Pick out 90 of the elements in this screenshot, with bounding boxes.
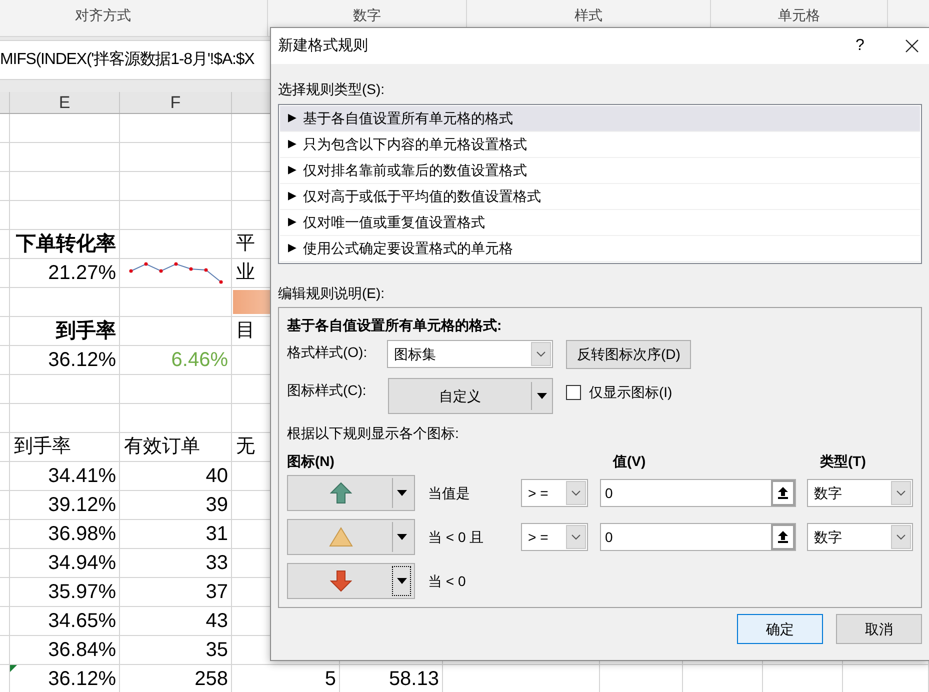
icon-style-dropdown[interactable]: 自定义 (388, 378, 553, 414)
down-arrow-icon (330, 570, 352, 592)
table-cell: 37 (120, 578, 232, 607)
table-cell: 36.12% (10, 346, 120, 375)
table-cell: 下单转化率 (10, 230, 120, 259)
table-cell (0, 404, 10, 433)
caret-icon (537, 393, 547, 399)
table-cell: 33 (120, 549, 232, 578)
type-dropdown[interactable]: 数字 (807, 523, 913, 551)
table-cell (0, 317, 10, 346)
chevron-icon (571, 534, 581, 540)
chevron-icon (896, 490, 906, 496)
table-cell: 35.97% (10, 578, 120, 607)
chevron-icon (571, 490, 581, 496)
table-cell: 34.65% (10, 607, 120, 636)
field-label: 格式样式(O): (287, 343, 368, 362)
caret-icon (397, 534, 407, 540)
ribbon-group-label: 数字 (353, 7, 381, 23)
table-cell: 58.13 (340, 665, 443, 692)
icon-picker[interactable] (287, 475, 415, 511)
table-cell (0, 375, 10, 404)
caret-icon (396, 578, 406, 584)
table-cell (0, 520, 10, 549)
table-cell: 34.41% (10, 462, 120, 491)
caret-icon (397, 490, 407, 496)
condition-label: 当 < 0 (427, 572, 467, 590)
dialog-button[interactable]: 确定 (737, 614, 823, 644)
rule-type-item[interactable]: ▶ 基于各自值设置所有单元格的格式 (280, 106, 920, 132)
column-header[interactable]: F (170, 90, 181, 116)
table-cell (0, 491, 10, 520)
table-cell: 39 (120, 491, 232, 520)
ribbon-group-label: 对齐方式 (75, 7, 131, 23)
table-cell (0, 143, 10, 172)
column-heading: 类型(T) (820, 452, 866, 469)
table-cell: 35 (120, 636, 232, 665)
table-cell: 258 (120, 665, 232, 692)
triangle-icon (328, 527, 352, 547)
table-cell: 31 (120, 520, 232, 549)
table-cell: 到手率 (10, 317, 120, 346)
table-cell: 34.94% (10, 549, 120, 578)
table-cell: 39.12% (10, 491, 120, 520)
table-cell (0, 259, 10, 288)
table-cell (0, 288, 10, 317)
ribbon-group-label: 样式 (574, 7, 602, 23)
table-cell (0, 578, 10, 607)
collapse-icon (778, 487, 788, 499)
dialog-button[interactable]: 取消 (836, 614, 922, 644)
table-cell: 36.84% (10, 636, 120, 665)
table-cell: 36.98% (10, 520, 120, 549)
checkbox[interactable] (566, 385, 581, 400)
table-cell: 到手率 (10, 433, 120, 462)
table-cell (0, 201, 10, 230)
chevron-icon (536, 351, 546, 357)
table-cell (0, 230, 10, 259)
help-button[interactable]: ? (845, 34, 875, 58)
up-arrow-icon (330, 482, 352, 504)
table-cell: 有效订单 (120, 433, 232, 462)
close-icon (905, 39, 919, 53)
icon-picker[interactable] (287, 563, 415, 599)
table-cell: 6.46% (120, 346, 232, 375)
section-label: 选择规则类型(S): (278, 80, 386, 98)
condition-label: 当 < 0 且 (427, 528, 485, 546)
checkbox-label: 仅显示图标(I) (589, 383, 672, 402)
condition-label: 当值是 (427, 484, 471, 502)
table-cell (0, 172, 10, 201)
table-cell (0, 462, 10, 491)
ribbon-group-label: 单元格 (778, 7, 820, 23)
chevron-icon (896, 534, 906, 540)
table-cell: 21.27% (10, 259, 120, 288)
value-field[interactable]: 0 (600, 523, 796, 551)
table-cell: 43 (120, 607, 232, 636)
collapse-icon (778, 531, 788, 543)
column-header[interactable]: E (58, 90, 70, 116)
table-cell (0, 346, 10, 375)
operator-dropdown[interactable]: > = (521, 479, 588, 507)
reverse-icon-order-button[interactable]: 反转图标次序(D) (566, 340, 692, 369)
dialog-title: 新建格式规则 (278, 36, 369, 56)
table-cell (0, 433, 10, 462)
table-cell: 5 (232, 665, 340, 692)
field-label: 图标样式(C): (287, 381, 368, 400)
format-style-dropdown[interactable]: 图标集 (387, 340, 553, 368)
column-heading: 值(V) (613, 452, 647, 469)
operator-dropdown[interactable]: > = (521, 523, 588, 551)
value-field[interactable]: 0 (600, 479, 796, 507)
table-cell (0, 549, 10, 578)
error-indicator-icon (10, 665, 17, 672)
table-cell (0, 636, 10, 665)
table-cell (0, 607, 10, 636)
table-cell: 40 (120, 462, 232, 491)
type-dropdown[interactable]: 数字 (807, 479, 913, 507)
